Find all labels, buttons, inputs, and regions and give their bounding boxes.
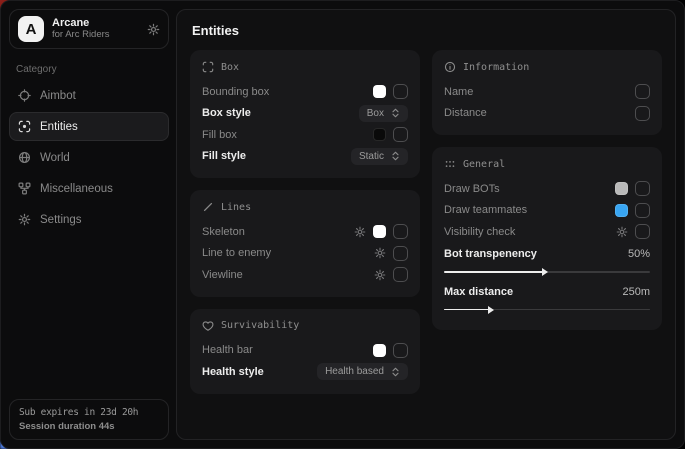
card-title: General [463,159,505,170]
subscription-status-card: Sub expires in 23d 20h Session duration … [9,399,169,440]
health-bar-checkbox[interactable] [393,343,408,358]
sidebar-item-miscellaneous[interactable]: Miscellaneous [9,174,169,203]
color-swatch[interactable] [615,182,628,195]
sidebar-item-entities[interactable]: Entities [9,112,169,141]
setting-row-line-to-enemy: Line to enemy [202,243,408,265]
setting-row-name: Name [444,81,650,103]
draw-teammates-checkbox[interactable] [635,203,650,218]
information-card: Information Name Distance [432,50,662,135]
app-window: A Arcane for Arc Riders Category [0,0,685,449]
gear-icon[interactable] [374,247,386,259]
lines-card: Lines Skeleton [190,190,420,297]
sidebar-item-label: Miscellaneous [40,183,113,195]
app-subtitle: for Arc Riders [52,30,139,41]
globe-icon [18,151,31,164]
chevron-up-down-icon [391,367,400,377]
color-swatch[interactable] [373,85,386,98]
gear-icon[interactable] [147,23,160,36]
bot-transparency-slider[interactable] [444,267,650,276]
brand-card: A Arcane for Arc Riders [9,9,169,49]
setting-row-draw-bots: Draw BOTs [444,178,650,200]
setting-row-visibility-check: Visibility check [444,221,650,243]
survivability-card: Survivability Health bar Health style He… [190,309,420,394]
setting-row-draw-teammates: Draw teammates [444,200,650,222]
sidebar-item-label: Settings [40,214,82,226]
heart-icon [202,320,214,332]
sub-expiry-text: Sub expires in 23d 20h [19,407,159,418]
setting-row-health-bar: Health bar [202,340,408,362]
viewline-checkbox[interactable] [393,267,408,282]
box-card: Box Bounding box Box style Box [190,50,420,178]
setting-row-health-style: Health style Health based [202,361,408,383]
setting-row-fill-box: Fill box [202,124,408,146]
app-logo: A [18,16,44,42]
name-checkbox[interactable] [635,84,650,99]
page-title: Entities [192,23,662,38]
sidebar-nav: Aimbot Entities World [9,81,169,234]
gear-icon [18,213,31,226]
sidebar-item-aimbot[interactable]: Aimbot [9,81,169,110]
setting-row-skeleton: Skeleton [202,221,408,243]
category-label: Category [16,64,169,75]
slider-thumb[interactable] [488,306,494,314]
grid-dots-icon [444,158,456,170]
sidebar: A Arcane for Arc Riders Category [9,9,169,440]
setting-row-distance: Distance [444,103,650,125]
chevron-up-down-icon [391,108,400,118]
distance-checkbox[interactable] [635,106,650,121]
max-distance-value: 250m [622,286,650,298]
card-title: Box [221,62,239,73]
setting-row-box-style: Box style Box [202,103,408,125]
crosshair-icon [18,89,31,102]
health-style-dropdown[interactable]: Health based [317,363,408,380]
max-distance-slider[interactable] [444,305,650,314]
line-to-enemy-checkbox[interactable] [393,246,408,261]
app-title: Arcane [52,17,139,30]
visibility-check-checkbox[interactable] [635,224,650,239]
box-style-dropdown[interactable]: Box [359,105,408,122]
color-swatch[interactable] [615,204,628,217]
session-duration-text: Session duration 44s [19,421,159,432]
slider-thumb[interactable] [542,268,548,276]
scan-eye-icon [18,120,31,133]
card-title: Survivability [221,320,299,331]
card-title: Information [463,62,529,73]
max-distance-group: Max distance 250m [444,281,650,314]
main-panel: Entities Box Bounding box [176,9,676,440]
bot-transparency-group: Bot transpenency 50% [444,244,650,277]
card-title: Lines [221,202,251,213]
bounding-box-checkbox[interactable] [393,84,408,99]
skeleton-checkbox[interactable] [393,224,408,239]
diagonal-line-icon [202,201,214,213]
fill-style-dropdown[interactable]: Static [351,148,408,165]
network-icon [18,182,31,195]
setting-row-fill-style: Fill style Static [202,146,408,168]
bot-transparency-value: 50% [628,248,650,260]
chevron-up-down-icon [391,151,400,161]
color-swatch[interactable] [373,225,386,238]
gear-icon[interactable] [374,269,386,281]
box-brackets-icon [202,61,214,73]
sidebar-item-world[interactable]: World [9,143,169,172]
general-card: General Draw BOTs Draw teammates [432,147,662,330]
color-swatch[interactable] [373,344,386,357]
color-swatch[interactable] [373,128,386,141]
gear-icon[interactable] [616,226,628,238]
fill-box-checkbox[interactable] [393,127,408,142]
sidebar-item-label: Entities [40,121,78,133]
setting-row-bounding-box: Bounding box [202,81,408,103]
sidebar-item-settings[interactable]: Settings [9,205,169,234]
draw-bots-checkbox[interactable] [635,181,650,196]
info-icon [444,61,456,73]
gear-icon[interactable] [354,226,366,238]
setting-row-viewline: Viewline [202,264,408,286]
sidebar-item-label: Aimbot [40,90,76,102]
sidebar-item-label: World [40,152,70,164]
